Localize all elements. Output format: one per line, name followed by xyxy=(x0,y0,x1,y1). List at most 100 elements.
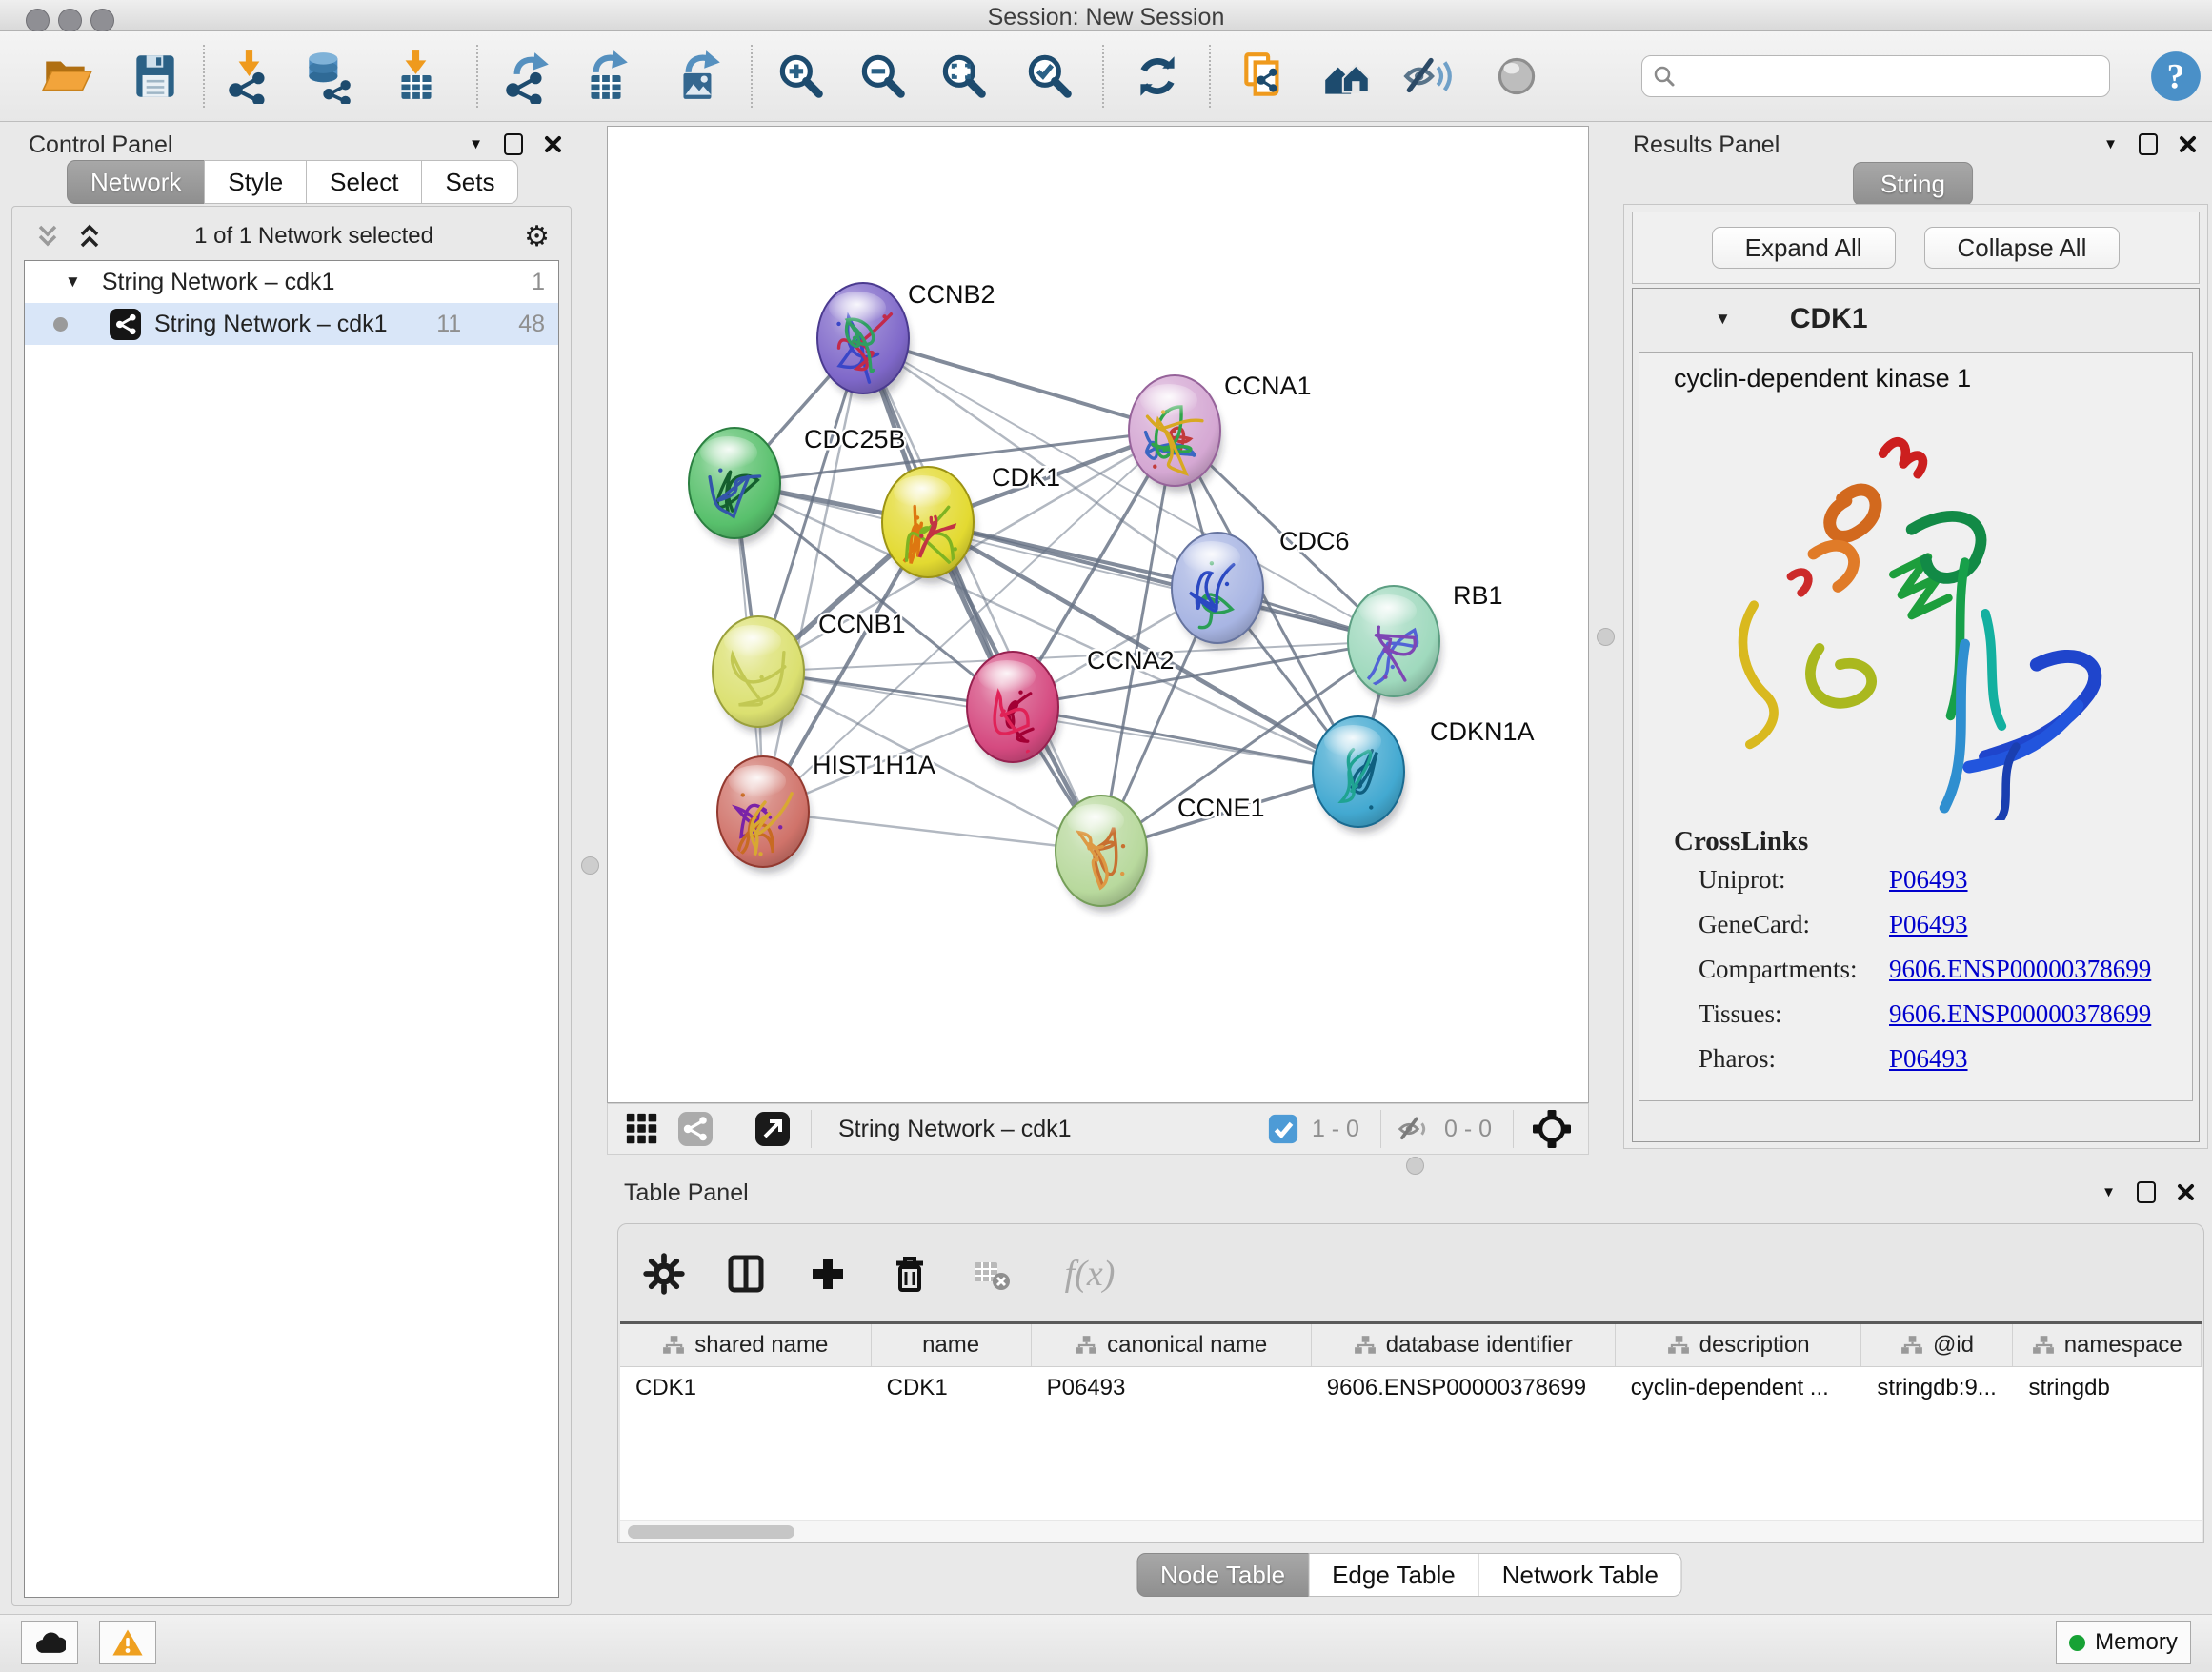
panel-menu-icon[interactable]: ▼ xyxy=(2101,1185,2116,1199)
memory-button[interactable]: Memory xyxy=(2056,1621,2191,1664)
import-table-icon[interactable] xyxy=(386,46,447,107)
help-icon[interactable]: ? xyxy=(2145,46,2206,107)
table-cell[interactable]: cyclin-dependent ... xyxy=(1616,1367,1862,1409)
table-options-gear-icon[interactable] xyxy=(637,1247,691,1300)
left-splitter-grip[interactable] xyxy=(581,856,599,875)
search-input[interactable] xyxy=(1677,62,2100,91)
network-node[interactable] xyxy=(717,756,811,874)
network-node[interactable] xyxy=(1313,716,1406,834)
show-columns-icon[interactable] xyxy=(719,1247,773,1300)
create-column-plus-icon[interactable] xyxy=(801,1247,855,1300)
network-row[interactable]: String Network – cdk1 11 48 xyxy=(25,303,558,345)
crosslink-link[interactable]: 9606.ENSP00000378699 xyxy=(1889,999,2158,1029)
table-cell[interactable]: stringdb:9... xyxy=(1861,1367,2013,1409)
panel-float-icon[interactable] xyxy=(504,133,523,155)
network-node[interactable] xyxy=(1348,586,1441,703)
table-horizontal-scrollbar[interactable] xyxy=(620,1521,2202,1542)
zoom-out-icon[interactable] xyxy=(852,46,913,107)
table-cell[interactable]: 9606.ENSP00000378699 xyxy=(1312,1367,1616,1409)
crosslinks-list: Uniprot:P06493GeneCard:P06493Compartment… xyxy=(1674,857,2158,1081)
search-field[interactable] xyxy=(1641,55,2110,97)
cloud-icon xyxy=(33,1630,66,1655)
warnings-button[interactable] xyxy=(99,1621,156,1664)
column-header-description[interactable]: description xyxy=(1616,1324,1862,1366)
tab-select[interactable]: Select xyxy=(306,160,422,204)
crosslink-link[interactable]: 9606.ENSP00000378699 xyxy=(1889,955,2158,984)
crosslink-link[interactable]: P06493 xyxy=(1889,1044,2158,1074)
panel-menu-icon[interactable]: ▼ xyxy=(2103,137,2118,151)
network-node[interactable] xyxy=(689,428,782,545)
table-cell[interactable]: CDK1 xyxy=(620,1367,872,1409)
network-node[interactable] xyxy=(1056,796,1149,913)
scrollbar-thumb[interactable] xyxy=(628,1525,794,1539)
apply-layout-icon[interactable] xyxy=(1127,46,1188,107)
zoom-in-icon[interactable] xyxy=(770,46,831,107)
table-row[interactable]: CDK1CDK1P064939606.ENSP00000378699cyclin… xyxy=(620,1367,2202,1409)
selected-nodes-check-icon[interactable] xyxy=(1264,1102,1302,1156)
crosslink-link[interactable]: P06493 xyxy=(1889,865,2158,895)
shared-column-icon xyxy=(1075,1334,1097,1357)
open-session-icon[interactable] xyxy=(36,46,97,107)
tab-network[interactable]: Network xyxy=(67,160,205,204)
bottom-splitter-grip[interactable] xyxy=(1406,1157,1424,1175)
tab-style[interactable]: Style xyxy=(204,160,307,204)
network-canvas[interactable]: CCNB2CCNA1CDC25BCDK1CDC6RB1CCNB1CCNA2CDK… xyxy=(607,126,1589,1103)
hide-selected-icon[interactable] xyxy=(1398,46,1458,107)
expand-all-tree-icon[interactable] xyxy=(33,222,62,251)
table-cell[interactable]: P06493 xyxy=(1032,1367,1312,1409)
network-node[interactable] xyxy=(1129,375,1222,493)
birds-eye-navigator-icon[interactable] xyxy=(1525,1102,1579,1156)
network-options-gear-icon[interactable]: ⚙ xyxy=(524,220,550,253)
collapse-all-tree-icon[interactable] xyxy=(75,222,104,251)
column-header-canonical-name[interactable]: canonical name xyxy=(1032,1324,1312,1366)
tab-node-table[interactable]: Node Table xyxy=(1136,1553,1309,1597)
import-network-database-icon[interactable] xyxy=(297,46,358,107)
panel-close-icon[interactable] xyxy=(544,135,562,153)
section-collapse-icon[interactable]: ▼ xyxy=(1715,310,1731,329)
network-node[interactable] xyxy=(817,283,911,400)
zoom-selected-icon[interactable] xyxy=(1018,46,1079,107)
network-node[interactable] xyxy=(882,467,975,584)
table-cell[interactable]: CDK1 xyxy=(872,1367,1032,1409)
node-result-header[interactable]: ▼ CDK1 xyxy=(1633,289,2199,350)
tab-string[interactable]: String xyxy=(1853,162,1973,206)
panel-float-icon[interactable] xyxy=(2139,133,2158,155)
show-all-icon[interactable] xyxy=(1486,46,1547,107)
panel-close-icon[interactable] xyxy=(2179,135,2197,153)
column-header-name[interactable]: name xyxy=(872,1324,1032,1366)
column-header-shared-name[interactable]: shared name xyxy=(620,1324,872,1366)
network-edge[interactable] xyxy=(763,812,1101,851)
panel-menu-icon[interactable]: ▼ xyxy=(469,137,483,151)
network-node[interactable] xyxy=(1172,533,1265,650)
network-node[interactable] xyxy=(967,652,1060,769)
delete-column-trash-icon[interactable] xyxy=(883,1247,936,1300)
cloud-status-button[interactable] xyxy=(21,1621,78,1664)
crosslink-link[interactable]: P06493 xyxy=(1889,910,2158,939)
network-node[interactable] xyxy=(713,616,806,734)
network-share-icon[interactable] xyxy=(669,1102,722,1156)
network-collection-row[interactable]: ▼ String Network – cdk1 1 xyxy=(25,261,558,303)
panel-close-icon[interactable] xyxy=(2177,1183,2195,1201)
first-neighbors-icon[interactable] xyxy=(1317,46,1377,107)
table-cell[interactable]: stringdb xyxy=(2013,1367,2202,1409)
save-session-icon[interactable] xyxy=(125,46,186,107)
collection-collapse-icon[interactable]: ▼ xyxy=(65,272,81,292)
export-image-icon[interactable] xyxy=(668,46,729,107)
tab-edge-table[interactable]: Edge Table xyxy=(1308,1553,1479,1597)
export-network-icon[interactable] xyxy=(496,46,557,107)
expand-all-button[interactable]: Expand All xyxy=(1712,227,1896,269)
import-network-file-icon[interactable] xyxy=(219,46,280,107)
zoom-fit-icon[interactable] xyxy=(933,46,994,107)
column-header-namespace[interactable]: namespace xyxy=(2013,1324,2202,1366)
column-header--id[interactable]: @id xyxy=(1861,1324,2013,1366)
column-header-database-identifier[interactable]: database identifier xyxy=(1312,1324,1616,1366)
export-table-icon[interactable] xyxy=(575,46,636,107)
panel-float-icon[interactable] xyxy=(2137,1181,2156,1203)
grid-mode-icon[interactable] xyxy=(615,1102,669,1156)
tab-sets[interactable]: Sets xyxy=(421,160,518,204)
detach-view-icon[interactable] xyxy=(746,1102,799,1156)
collapse-all-button[interactable]: Collapse All xyxy=(1924,227,2121,269)
tab-network-table[interactable]: Network Table xyxy=(1478,1553,1682,1597)
network-from-selection-icon[interactable] xyxy=(1235,46,1296,107)
right-splitter-grip[interactable] xyxy=(1597,628,1615,646)
